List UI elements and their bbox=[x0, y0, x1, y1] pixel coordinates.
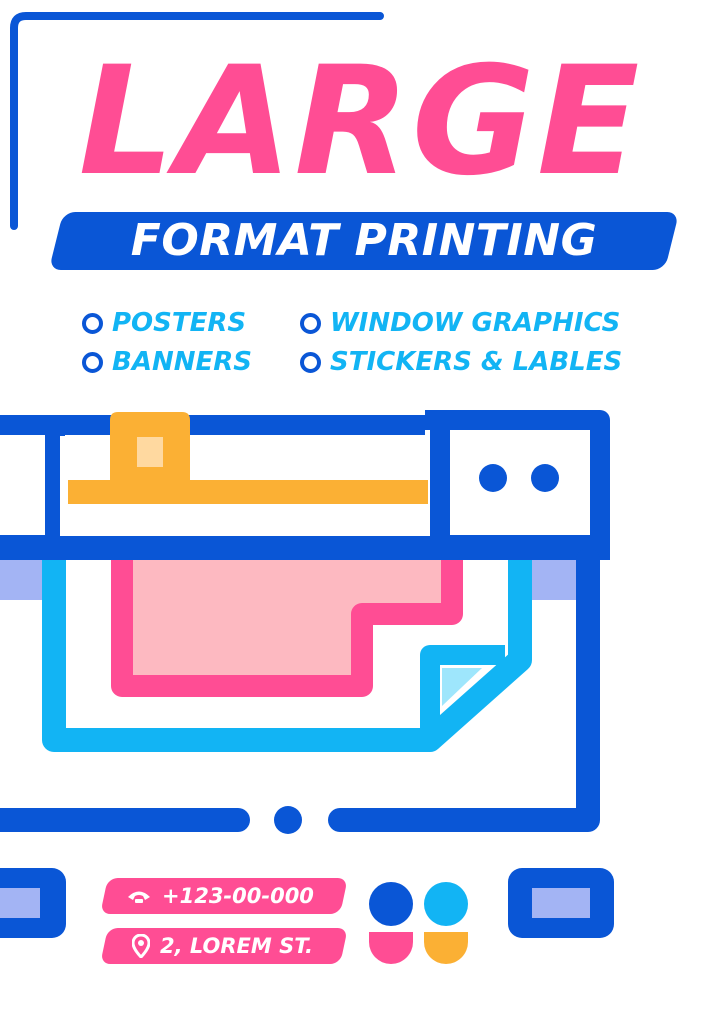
address-text: 2, LOREM ST. bbox=[160, 934, 313, 958]
phone-pill-content: +123-00-000 bbox=[126, 878, 314, 914]
carriage-rail bbox=[68, 480, 428, 504]
ink-dot-cyan bbox=[424, 882, 468, 926]
printer-left-foot-inner bbox=[0, 888, 40, 918]
printer-left-panel bbox=[0, 560, 48, 600]
printer-button-dot bbox=[531, 464, 559, 492]
ink-dot-blue bbox=[369, 882, 413, 926]
printer-illustration bbox=[0, 410, 614, 964]
location-pin-icon bbox=[132, 934, 150, 958]
ink-dot-orange bbox=[424, 932, 468, 964]
printer-left-top-box bbox=[0, 415, 65, 555]
printer-main-bar bbox=[0, 536, 610, 560]
poster: LARGE FORMAT PRINTING POSTERS BANNERS WI… bbox=[0, 0, 717, 1015]
printed-image bbox=[111, 560, 463, 697]
printer-button-dot bbox=[479, 464, 507, 492]
carriage-window bbox=[137, 437, 163, 467]
phone-number: +123-00-000 bbox=[162, 884, 314, 908]
printer-base-dot bbox=[274, 806, 302, 834]
ink-dot-pink bbox=[369, 932, 413, 964]
address-pill-content: 2, LOREM ST. bbox=[132, 928, 313, 964]
phone-icon bbox=[128, 891, 150, 903]
printer-right-foot-inner bbox=[532, 888, 590, 918]
